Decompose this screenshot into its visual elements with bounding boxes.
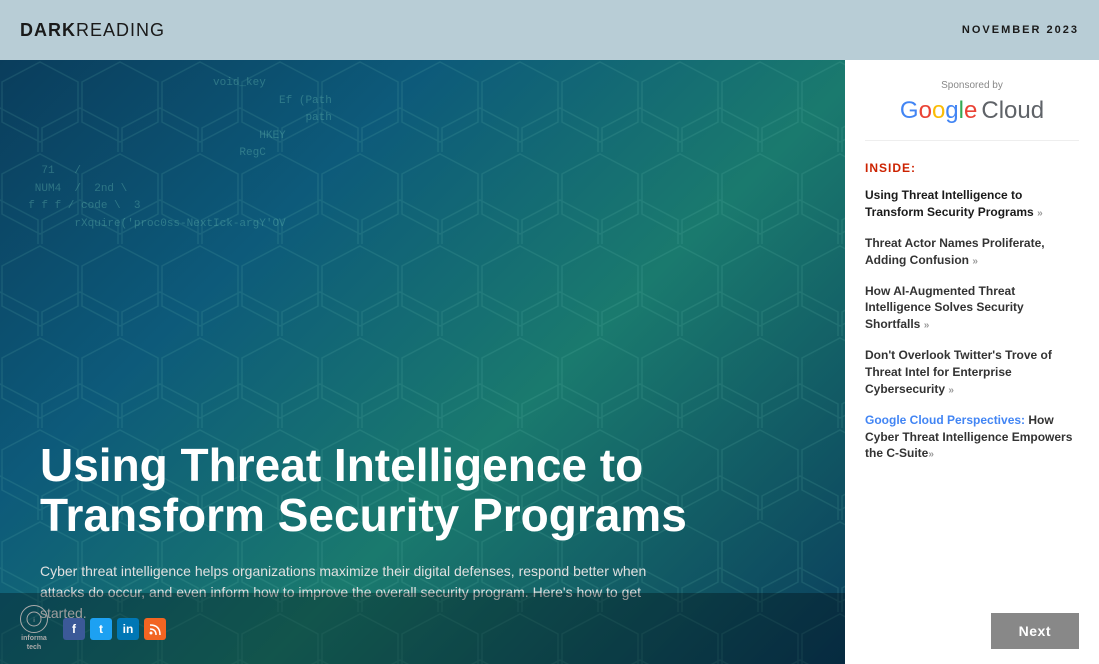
informa-logo: i informatech bbox=[20, 605, 48, 652]
sponsored-by-label: Sponsored by bbox=[865, 80, 1079, 91]
rss-icon[interactable] bbox=[144, 618, 166, 640]
informa-text: informatech bbox=[21, 635, 47, 652]
toc-item-1-title[interactable]: Using Threat Intelligence to Transform S… bbox=[865, 187, 1079, 221]
social-icons[interactable]: f t in bbox=[63, 618, 166, 640]
logo-reading-part: READING bbox=[76, 20, 165, 40]
twitter-icon[interactable]: t bbox=[90, 618, 112, 640]
toc-item-1[interactable]: Using Threat Intelligence to Transform S… bbox=[865, 187, 1079, 221]
informa-circle-icon: i bbox=[20, 605, 48, 633]
facebook-icon[interactable]: f bbox=[63, 618, 85, 640]
toc-item-4-title[interactable]: Don't Overlook Twitter's Trove of Threat… bbox=[865, 347, 1079, 398]
google-text: Google bbox=[900, 97, 977, 125]
toc-item-3-title[interactable]: How AI-Augmented Threat Intelligence Sol… bbox=[865, 283, 1079, 334]
google-cloud-logo: Google Cloud bbox=[865, 97, 1079, 125]
left-panel: void_key Ef (Path path HKEY RegC 71 / bbox=[0, 60, 845, 664]
main-content: void_key Ef (Path path HKEY RegC 71 / bbox=[0, 60, 1099, 664]
logo-dark-part: DARK bbox=[20, 20, 76, 40]
svg-text:i: i bbox=[33, 618, 34, 624]
left-bottom-bar: i informatech f t in bbox=[0, 593, 845, 664]
toc-item-4[interactable]: Don't Overlook Twitter's Trove of Threat… bbox=[865, 347, 1079, 398]
chevron-icon-1: » bbox=[1037, 208, 1043, 219]
chevron-icon-4: » bbox=[948, 385, 954, 396]
inside-label: INSIDE: bbox=[865, 161, 1079, 175]
toc-item-5[interactable]: Google Cloud Perspectives: How Cyber Thr… bbox=[865, 412, 1079, 463]
toc-item-5-title[interactable]: Google Cloud Perspectives: How Cyber Thr… bbox=[865, 412, 1079, 463]
article-title: Using Threat Intelligence to Transform S… bbox=[40, 440, 760, 541]
next-button[interactable]: Next bbox=[991, 613, 1079, 649]
toc-item-2[interactable]: Threat Actor Names Proliferate, Adding C… bbox=[865, 235, 1079, 269]
cloud-text: Cloud bbox=[981, 97, 1044, 125]
linkedin-icon[interactable]: in bbox=[117, 618, 139, 640]
chevron-icon-2: » bbox=[972, 256, 978, 267]
right-panel: Sponsored by Google Cloud INSIDE: Using … bbox=[845, 60, 1099, 664]
date-label: NOVEMBER 2023 bbox=[962, 24, 1079, 36]
sponsor-section: Sponsored by Google Cloud bbox=[865, 80, 1079, 141]
chevron-icon-5: » bbox=[928, 449, 934, 460]
toc-item-3[interactable]: How AI-Augmented Threat Intelligence Sol… bbox=[865, 283, 1079, 334]
top-header: DARKREADING NOVEMBER 2023 bbox=[0, 0, 1099, 60]
chevron-icon-3: » bbox=[924, 320, 930, 331]
toc-item-2-title[interactable]: Threat Actor Names Proliferate, Adding C… bbox=[865, 235, 1079, 269]
dark-reading-logo: DARKREADING bbox=[20, 20, 165, 41]
inside-section: INSIDE: Using Threat Intelligence to Tra… bbox=[865, 161, 1079, 649]
gc-label: Google Cloud Perspectives: bbox=[865, 413, 1025, 427]
